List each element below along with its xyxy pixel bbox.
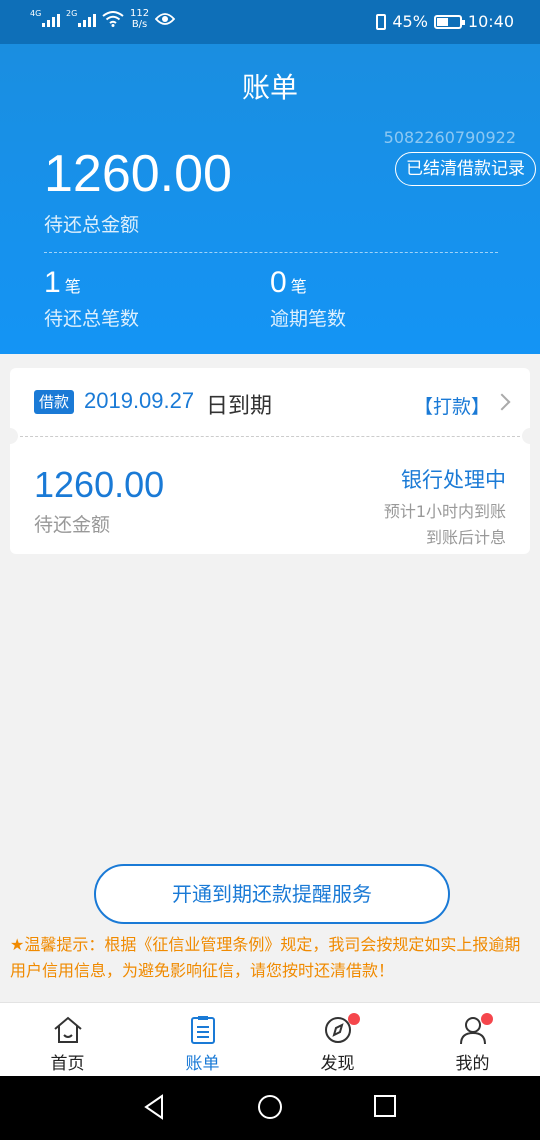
total-amount: 1260.00 — [44, 145, 232, 203]
battery-percent: 45% — [392, 12, 428, 31]
speed-unit: B/s — [131, 19, 148, 30]
signal-icon-2: 2G — [66, 9, 96, 27]
chevron-right-icon[interactable] — [493, 393, 511, 411]
wifi-icon — [102, 11, 124, 27]
tab-mine[interactable]: 我的 — [405, 1003, 540, 1077]
warning-tip: ★温馨提示：根据《征信业管理条例》规定，我司会按规定如实上报逾期用户信用信息，为… — [10, 935, 521, 980]
pay-link[interactable]: 【打款】 — [414, 392, 490, 419]
bill-icon — [190, 1016, 215, 1044]
discover-badge — [348, 1013, 360, 1025]
due-suffix: 日到期 — [206, 394, 273, 419]
loan-tag: 借款 — [34, 390, 75, 414]
card-divider — [20, 436, 520, 437]
bill-header: 账单 5082260790922 已结清借款记录 1260.00 待还总金额 1… — [0, 44, 540, 354]
tab-bill[interactable]: 账单 — [135, 1003, 270, 1077]
loan-status: 银行处理中 — [401, 468, 506, 492]
vibrate-icon — [376, 13, 387, 30]
header-divider — [44, 252, 498, 253]
system-nav-bar — [0, 1076, 540, 1140]
pending-count: 1 — [44, 266, 61, 299]
loan-card-header[interactable]: 借款 2019.09.27 日到期 【打款】 — [10, 368, 530, 438]
page-title: 账单 — [241, 71, 298, 104]
overdue-unit: 笔 — [290, 277, 307, 296]
overdue-count-label: 逾期笔数 — [270, 308, 347, 330]
clock: 10:40 — [467, 12, 514, 31]
battery-icon — [433, 14, 465, 29]
loan-amount: 1260.00 — [34, 464, 165, 505]
tab-home[interactable]: 首页 — [0, 1003, 135, 1077]
status-left: 4G 2G 112 B/s — [30, 8, 176, 30]
pending-count-label: 待还总笔数 — [44, 308, 140, 330]
pending-unit: 笔 — [64, 277, 81, 296]
tab-label-bill: 账单 — [185, 1054, 220, 1074]
tab-label-home: 首页 — [50, 1054, 85, 1074]
card-notch-left — [2, 428, 18, 444]
back-icon[interactable] — [142, 1094, 166, 1120]
recents-icon[interactable] — [373, 1094, 397, 1118]
pending-count-stat: 1笔 待还总笔数 — [44, 266, 139, 331]
due-date: 2019.09.27 — [84, 388, 195, 413]
overdue-count: 0 — [270, 266, 287, 299]
home-nav-icon[interactable] — [257, 1094, 283, 1120]
eye-icon — [155, 13, 176, 25]
status-bar: 4G 2G 112 B/s 45% 10:40 — [0, 0, 540, 44]
mine-badge — [481, 1013, 493, 1025]
network-type-2: 2G — [66, 9, 78, 18]
overdue-count-stat: 0笔 逾期笔数 — [270, 266, 346, 331]
loan-card[interactable]: 借款 2019.09.27 日到期 【打款】 1260.00 待还金额 银行处理… — [2, 368, 538, 554]
tab-label-discover: 发现 — [320, 1054, 355, 1074]
total-amount-label: 待还总金额 — [44, 214, 140, 236]
bottom-tab-bar: 首页 账单 发现 我的 — [0, 1002, 540, 1076]
enable-reminder-button[interactable]: 开通到期还款提醒服务 — [94, 864, 450, 924]
network-type-1: 4G — [30, 9, 42, 18]
interest-note: 到账后计息 — [425, 528, 506, 547]
card-notch-right — [522, 428, 538, 444]
settled-loans-button[interactable]: 已结清借款记录 — [395, 152, 536, 186]
home-icon — [53, 1016, 82, 1043]
loan-amount-label: 待还金额 — [34, 514, 111, 536]
tab-discover[interactable]: 发现 — [270, 1003, 405, 1077]
tab-label-mine: 我的 — [455, 1054, 490, 1074]
account-number: 5082260790922 — [383, 128, 516, 147]
speed-value: 112 — [130, 8, 150, 19]
status-right: 45% 10:40 — [376, 12, 514, 31]
arrival-eta: 预计1小时内到账 — [383, 502, 506, 521]
network-speed: 112 B/s — [130, 8, 149, 30]
signal-icon: 4G — [30, 9, 60, 27]
